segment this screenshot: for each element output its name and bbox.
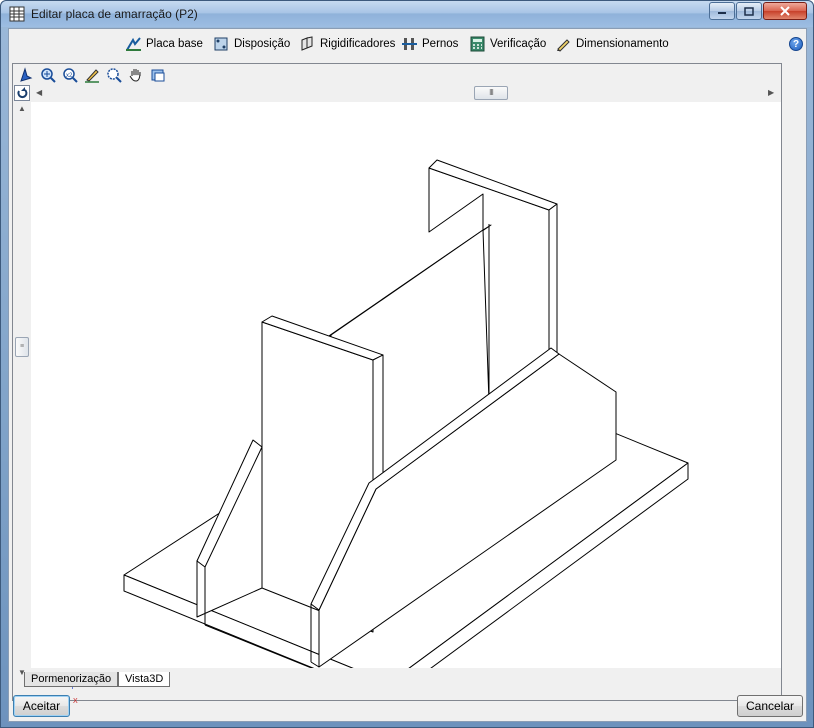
scroll-left-icon[interactable]: ◀ (36, 88, 42, 97)
minimize-icon (718, 12, 726, 14)
view-toolbar: x2 (15, 66, 169, 86)
cancel-button[interactable]: Cancelar (737, 695, 803, 717)
stiffeners-icon (301, 36, 313, 51)
scroll-right-icon[interactable]: ▶ (768, 88, 774, 97)
maximize-button[interactable] (736, 2, 762, 20)
layout-icon (214, 37, 228, 51)
zoom-window-icon: x2 (63, 68, 78, 83)
title-bar[interactable]: Editar placa de amarração (P2) (1, 1, 813, 27)
tab-vista3d[interactable]: Vista3D (118, 672, 171, 687)
toolbar-label: Pernos (422, 38, 459, 50)
toolbar-verificacao[interactable]: Verificação (469, 35, 546, 53)
toolbar-pernos[interactable]: Pernos (401, 35, 458, 53)
main-toolbar: Placa base Disposição Rigidificadores Pe… (9, 29, 806, 59)
pan-icon (129, 69, 141, 82)
orbit-icon (20, 67, 33, 82)
window-view-button[interactable] (147, 66, 169, 84)
edit-icon (85, 69, 99, 83)
zoom-extents-button[interactable] (37, 66, 59, 84)
view-tabs: Pormenorização Vista3D (14, 668, 781, 700)
calculator-icon (470, 36, 485, 52)
front-flange-side (372, 354, 384, 489)
vertical-scroll-thumb[interactable]: ≡ (15, 337, 29, 357)
app-grid-icon (9, 6, 25, 22)
toolbar-label: Verificação (490, 38, 547, 50)
minimize-button[interactable] (709, 2, 735, 20)
window-icon (151, 69, 165, 82)
toolbar-label: Rigidificadores (320, 38, 396, 50)
rotate-icon (17, 87, 28, 99)
toolbar-disposicao[interactable]: Disposição (213, 35, 290, 53)
dialog-client-area: Placa base Disposição Rigidificadores Pe… (8, 28, 807, 722)
edit-view-button[interactable] (81, 66, 103, 84)
tab-pormenorizacao[interactable]: Pormenorização (24, 672, 119, 687)
zoom-extents-icon (41, 68, 56, 83)
dimensioning-icon (557, 39, 570, 52)
reset-view-button[interactable] (14, 85, 30, 101)
zoom-button[interactable] (103, 66, 125, 84)
close-button[interactable] (763, 2, 807, 20)
bolts-icon (402, 38, 417, 50)
toolbar-placa-base[interactable]: Placa base (125, 35, 203, 53)
zoom-window-button[interactable]: x2 (59, 66, 81, 84)
maximize-icon (744, 6, 754, 16)
toolbar-rigidificadores[interactable]: Rigidificadores (299, 35, 395, 53)
base-plate-3d-drawing (60, 159, 689, 701)
vertical-scrollbar[interactable]: ▲ ≡ ▼ (14, 102, 30, 682)
pan-button[interactable] (125, 66, 147, 84)
close-icon (780, 6, 790, 16)
zoom-icon (107, 68, 122, 83)
toolbar-label: Dimensionamento (576, 38, 669, 50)
toolbar-label: Disposição (234, 38, 291, 50)
view-panel: x2 ◀ III ▶ ▲ ≡ ▼ Y X Pormenorização Vist… (12, 63, 782, 705)
ok-button[interactable]: Aceitar (13, 695, 70, 717)
orbit-button[interactable] (15, 66, 37, 84)
window-title: Editar placa de amarração (P2) (31, 7, 198, 21)
horizontal-scroll-thumb[interactable]: III (474, 86, 508, 100)
3d-view-canvas[interactable]: Z Y X (31, 102, 781, 705)
toolbar-label: Placa base (146, 38, 203, 50)
help-button[interactable]: ? (789, 37, 803, 51)
scroll-up-icon[interactable]: ▲ (18, 104, 26, 113)
app-window: Editar placa de amarração (P2) Placa bas… (0, 0, 814, 728)
toolbar-dimensionamento[interactable]: Dimensionamento (555, 35, 669, 53)
base-plate-icon (126, 37, 141, 51)
horizontal-scrollbar[interactable]: ◀ III ▶ (14, 85, 781, 101)
svg-text:x2: x2 (66, 73, 73, 79)
